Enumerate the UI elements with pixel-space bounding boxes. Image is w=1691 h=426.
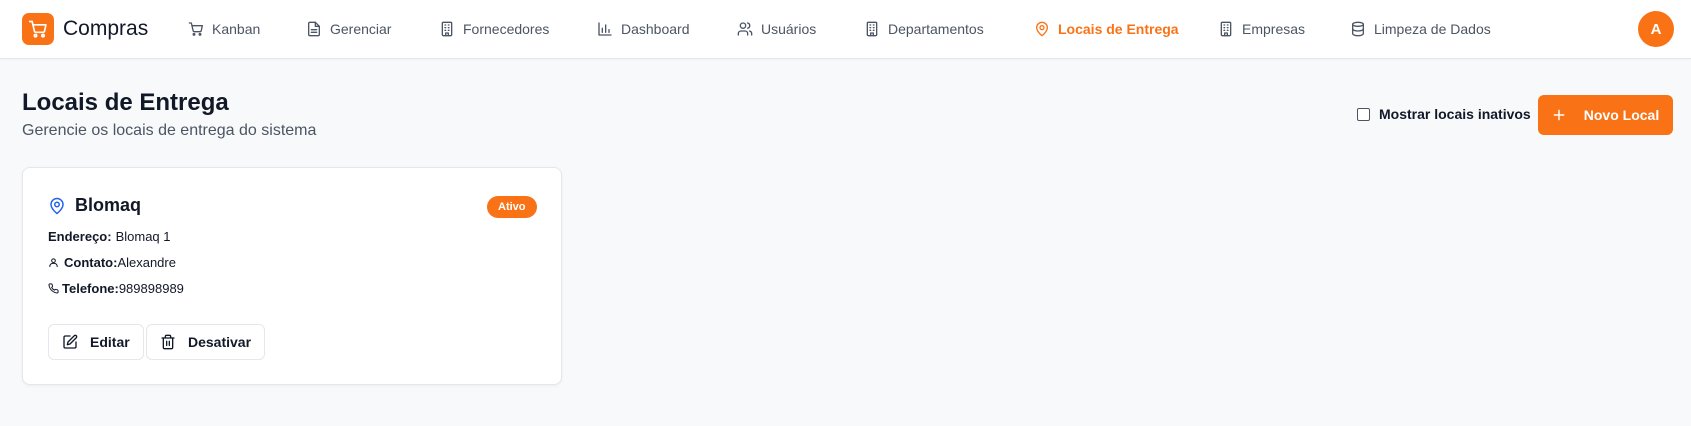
contact-label: Contato: [64,255,118,270]
show-inactive-checkbox[interactable] [1357,107,1370,121]
bar-chart-icon [598,22,612,36]
phone-icon [48,283,59,294]
location-card: Blomaq Ativo Endereço: Blomaq 1 Contato:… [22,167,562,385]
trash-icon [161,334,175,350]
address-label: Endereço: [48,229,112,244]
phone-row: Telefone: 989898989 [48,281,184,296]
cart-icon [188,22,203,36]
location-title: Blomaq [48,195,141,216]
nav-item-label: Usuários [761,21,817,37]
page-subtitle: Gerencie os locais de entrega do sistema [22,122,317,139]
nav-item-label: Empresas [1242,21,1306,37]
show-inactive-toggle[interactable]: Mostrar locais inativos [1357,106,1531,122]
building-icon [441,21,453,37]
status-badge: Ativo [487,196,537,218]
nav-item-fornecedores[interactable]: Fornecedores [439,18,549,40]
new-location-label: Novo Local [1583,107,1660,123]
address-value: Blomaq 1 [115,229,171,244]
deactivate-label: Desativar [188,334,252,350]
nav-item-kanban[interactable]: Kanban [188,18,260,40]
contact-row: Contato: Alexandre [48,255,176,270]
phone-label: Telefone: [62,281,119,296]
app-name: Compras [63,17,149,40]
user-avatar[interactable]: A [1638,11,1674,47]
map-pin-icon [1036,21,1048,37]
nav-item-gerenciar[interactable]: Gerenciar [306,18,391,40]
deactivate-button[interactable]: Desativar [146,324,266,360]
cart-logo-icon [22,13,54,45]
user-icon [49,258,58,268]
nav-item-label: Gerenciar [330,21,392,37]
nav-item-usuarios[interactable]: Usuários [737,18,816,40]
file-icon [308,21,320,37]
nav-item-limpeza-de-dados[interactable]: Limpeza de Dados [1350,18,1491,40]
nav-item-empresas[interactable]: Empresas [1218,18,1305,40]
building-icon [1220,21,1232,37]
nav-item-label: Departamentos [888,21,984,37]
edit-label: Editar [90,334,130,350]
edit-button[interactable]: Editar [48,324,144,360]
building-icon [866,21,878,37]
show-inactive-label: Mostrar locais inativos [1379,106,1531,122]
address-row: Endereço: Blomaq 1 [48,229,171,244]
edit-icon [63,334,78,349]
nav-item-label: Dashboard [621,21,690,37]
location-name: Blomaq [75,195,142,215]
new-location-button[interactable]: Novo Local [1538,95,1673,135]
users-icon [737,22,753,36]
nav-item-label: Kanban [212,21,261,37]
database-icon [1352,21,1364,37]
brand[interactable]: Compras [22,13,148,45]
top-navbar: Compras Kanban Gerenciar Fornecedores Da… [0,0,1691,59]
nav-item-dashboard[interactable]: Dashboard [597,18,690,40]
page-title: Locais de Entrega [22,89,229,116]
nav-item-label: Fornecedores [463,21,550,37]
map-pin-icon [50,197,64,214]
contact-value: Alexandre [117,255,176,270]
plus-icon [1553,109,1565,121]
nav-item-departamentos[interactable]: Departamentos [864,18,984,40]
nav-item-label: Limpeza de Dados [1374,21,1491,37]
nav-item-label: Locais de Entrega [1058,21,1179,37]
phone-value: 989898989 [118,281,184,296]
nav-item-locais-de-entrega[interactable]: Locais de Entrega [1034,18,1179,40]
